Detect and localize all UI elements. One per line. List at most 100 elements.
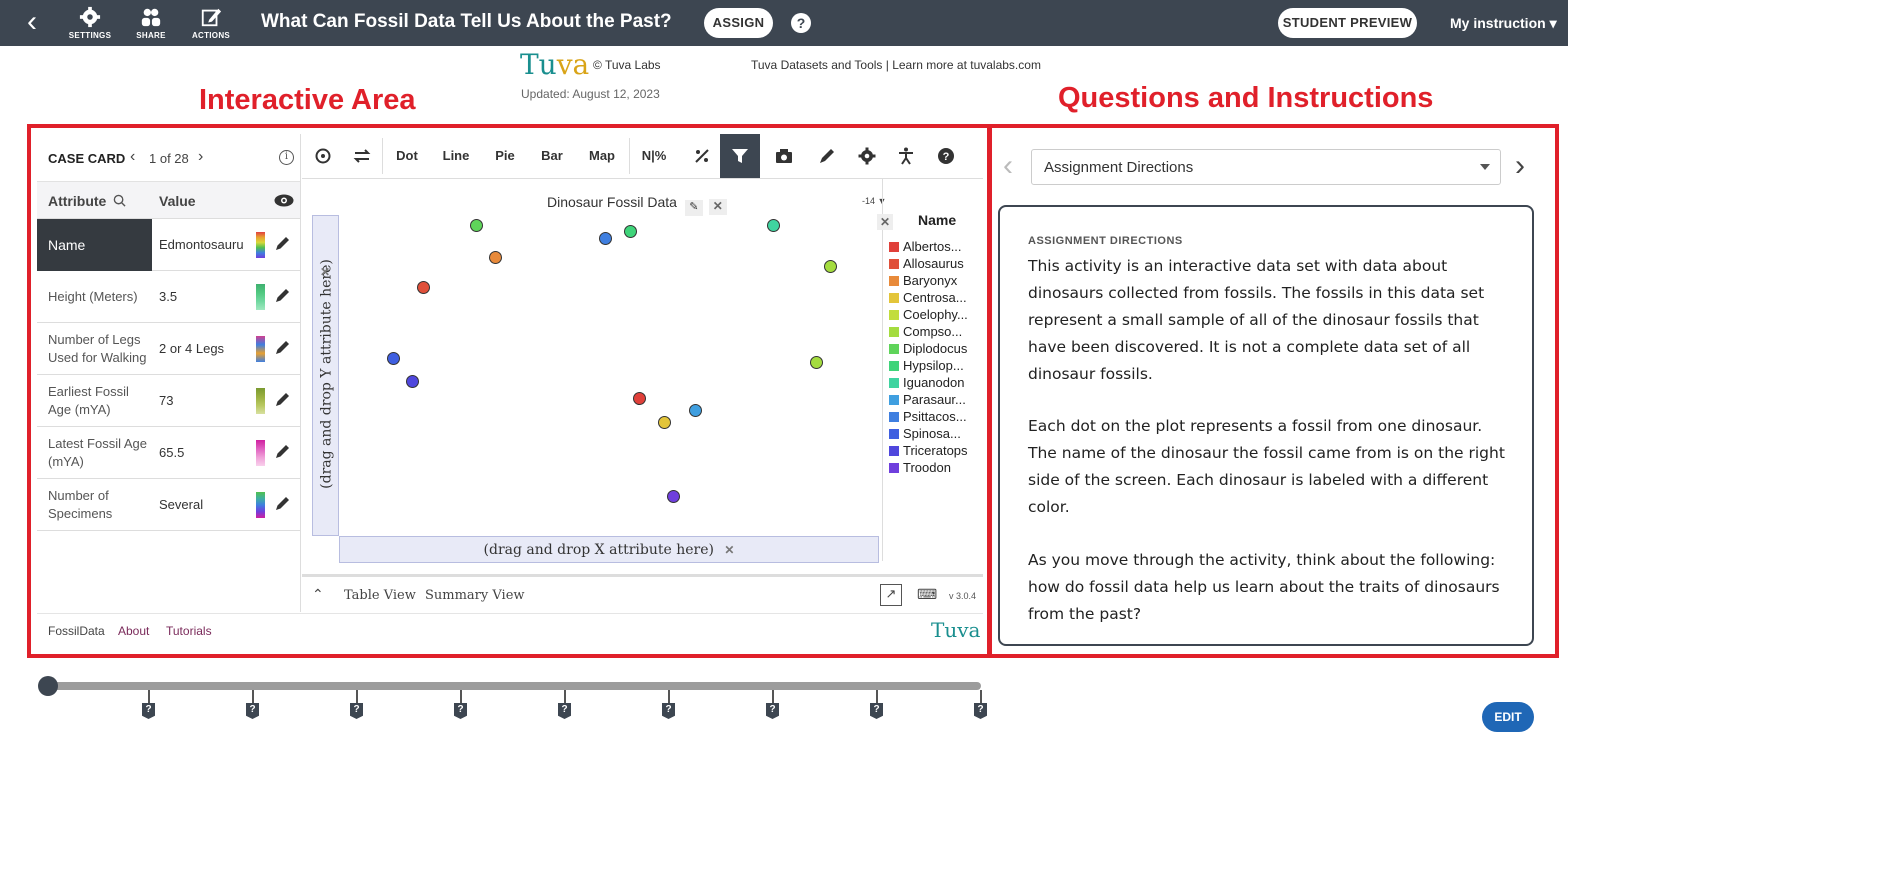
- color-scale-icon[interactable]: [256, 388, 265, 414]
- case-card-row[interactable]: Number of Legs Used for Walking 2 or 4 Le…: [37, 323, 300, 375]
- case-dot[interactable]: [633, 392, 646, 405]
- question-marker[interactable]: ?: [662, 703, 675, 719]
- edit-pencil-icon[interactable]: [275, 391, 291, 407]
- case-dot[interactable]: [824, 260, 837, 273]
- percent-icon[interactable]: [687, 134, 717, 178]
- color-scale-icon[interactable]: [256, 284, 265, 310]
- edit-button[interactable]: EDIT: [1482, 702, 1534, 732]
- plot-title[interactable]: Dinosaur Fossil Data ✎ ✕: [547, 194, 727, 216]
- case-dot[interactable]: [470, 219, 483, 232]
- legend-item[interactable]: Centrosa...: [885, 289, 982, 306]
- accessibility-icon[interactable]: [891, 134, 921, 178]
- my-instruction-menu[interactable]: My instruction ▾: [1450, 15, 1557, 32]
- question-marker[interactable]: ?: [870, 703, 883, 719]
- map-button[interactable]: Map: [584, 134, 620, 178]
- settings-button[interactable]: SETTINGS: [65, 6, 115, 42]
- question-marker[interactable]: ?: [766, 703, 779, 719]
- question-marker[interactable]: ?: [454, 703, 467, 719]
- prev-case-icon[interactable]: ‹: [130, 148, 135, 166]
- case-card-row[interactable]: Name Edmontosaurus: [37, 219, 300, 271]
- pencil-icon[interactable]: [812, 134, 842, 178]
- question-marker[interactable]: ?: [246, 703, 259, 719]
- assign-button[interactable]: ASSIGN: [704, 8, 773, 38]
- edit-pencil-icon[interactable]: [275, 495, 291, 511]
- summary-view-tab[interactable]: Summary View: [425, 588, 525, 603]
- case-dot[interactable]: [667, 490, 680, 503]
- case-dot[interactable]: [658, 416, 671, 429]
- keyboard-icon[interactable]: ⌨: [917, 586, 937, 603]
- case-dot[interactable]: [810, 356, 823, 369]
- case-card-row[interactable]: Number of Specimens Several: [37, 479, 300, 531]
- attribute-name[interactable]: Latest Fossil Age (mYA): [37, 427, 152, 479]
- attribute-name[interactable]: Number of Specimens: [37, 479, 152, 531]
- undo-button[interactable]: [308, 134, 338, 178]
- attribute-name[interactable]: Name: [37, 219, 152, 271]
- legend-item[interactable]: Parasaur...: [885, 391, 982, 408]
- progress-handle[interactable]: [38, 676, 58, 696]
- case-dot[interactable]: [689, 404, 702, 417]
- search-icon[interactable]: [113, 194, 126, 207]
- bar-chart-button[interactable]: Bar: [536, 134, 568, 178]
- student-preview-button[interactable]: STUDENT PREVIEW: [1278, 8, 1417, 38]
- color-scale-icon[interactable]: [256, 492, 265, 518]
- share-button[interactable]: SHARE: [126, 6, 176, 42]
- expand-icon[interactable]: ↗: [880, 584, 902, 606]
- attribute-name[interactable]: Earliest Fossil Age (mYA): [37, 375, 152, 427]
- legend-item[interactable]: Coelophy...: [885, 306, 982, 323]
- dataset-link[interactable]: FossilData: [48, 624, 105, 638]
- legend-item[interactable]: Diplodocus: [885, 340, 982, 357]
- edit-pencil-icon[interactable]: [275, 443, 291, 459]
- color-scale-icon[interactable]: [256, 440, 265, 466]
- legend-item[interactable]: Albertos...: [885, 238, 982, 255]
- count-percent-button[interactable]: N|%: [636, 134, 672, 178]
- camera-icon[interactable]: [769, 134, 799, 178]
- filter-button[interactable]: [720, 134, 760, 178]
- attribute-name[interactable]: Number of Legs Used for Walking: [37, 323, 152, 375]
- question-marker[interactable]: ?: [974, 703, 987, 719]
- case-card-row[interactable]: Earliest Fossil Age (mYA) 73: [37, 375, 300, 427]
- question-marker[interactable]: ?: [142, 703, 155, 719]
- edit-title-icon[interactable]: ✎: [684, 200, 703, 216]
- chevron-up-icon[interactable]: ⌃: [312, 586, 324, 603]
- tutorials-link[interactable]: Tutorials: [166, 624, 212, 638]
- remove-x-icon[interactable]: ✕: [724, 543, 734, 557]
- legend-item[interactable]: Hypsilop...: [885, 357, 982, 374]
- case-card-row[interactable]: Latest Fossil Age (mYA) 65.5: [37, 427, 300, 479]
- info-icon[interactable]: i: [279, 150, 294, 165]
- question-marker[interactable]: ?: [350, 703, 363, 719]
- dot-plot-button[interactable]: Dot: [390, 134, 424, 178]
- color-scale-icon[interactable]: [256, 232, 265, 258]
- color-scale-icon[interactable]: [256, 336, 265, 362]
- legend-item[interactable]: Psittacos...: [885, 408, 982, 425]
- next-question-icon[interactable]: ›: [1515, 149, 1525, 183]
- help-icon[interactable]: ?: [791, 13, 811, 33]
- about-link[interactable]: About: [118, 624, 149, 638]
- eye-icon[interactable]: [274, 194, 294, 207]
- actions-button[interactable]: ACTIONS: [186, 6, 236, 42]
- gear-icon[interactable]: [852, 134, 882, 178]
- legend-item[interactable]: Allosaurus: [885, 255, 982, 272]
- close-title-icon[interactable]: ✕: [708, 199, 727, 215]
- case-dot[interactable]: [767, 219, 780, 232]
- attribute-name[interactable]: Height (Meters): [37, 271, 152, 323]
- edit-pencil-icon[interactable]: [275, 339, 291, 355]
- case-dot[interactable]: [624, 225, 637, 238]
- progress-track[interactable]: [47, 682, 981, 690]
- legend-item[interactable]: Baryonyx: [885, 272, 982, 289]
- next-case-icon[interactable]: ›: [198, 148, 203, 166]
- help-circle-icon[interactable]: ?: [931, 134, 961, 178]
- table-view-tab[interactable]: Table View: [344, 588, 416, 603]
- edit-pencil-icon[interactable]: [275, 287, 291, 303]
- legend-item[interactable]: Triceratops: [885, 442, 982, 459]
- tuva-tagline[interactable]: Tuva Datasets and Tools | Learn more at …: [751, 58, 1041, 72]
- case-card-row[interactable]: Height (Meters) 3.5: [37, 271, 300, 323]
- x-axis-dropzone[interactable]: (drag and drop X attribute here) ✕: [339, 536, 879, 563]
- prev-question-icon[interactable]: ‹: [1003, 149, 1013, 183]
- case-dot[interactable]: [489, 251, 502, 264]
- case-dot[interactable]: [417, 281, 430, 294]
- question-dropdown[interactable]: Assignment Directions: [1031, 149, 1501, 185]
- remove-y-icon[interactable]: ✕: [320, 265, 330, 279]
- legend-item[interactable]: Spinosa...: [885, 425, 982, 442]
- legend-item[interactable]: Iguanodon: [885, 374, 982, 391]
- legend-item[interactable]: Compso...: [885, 323, 982, 340]
